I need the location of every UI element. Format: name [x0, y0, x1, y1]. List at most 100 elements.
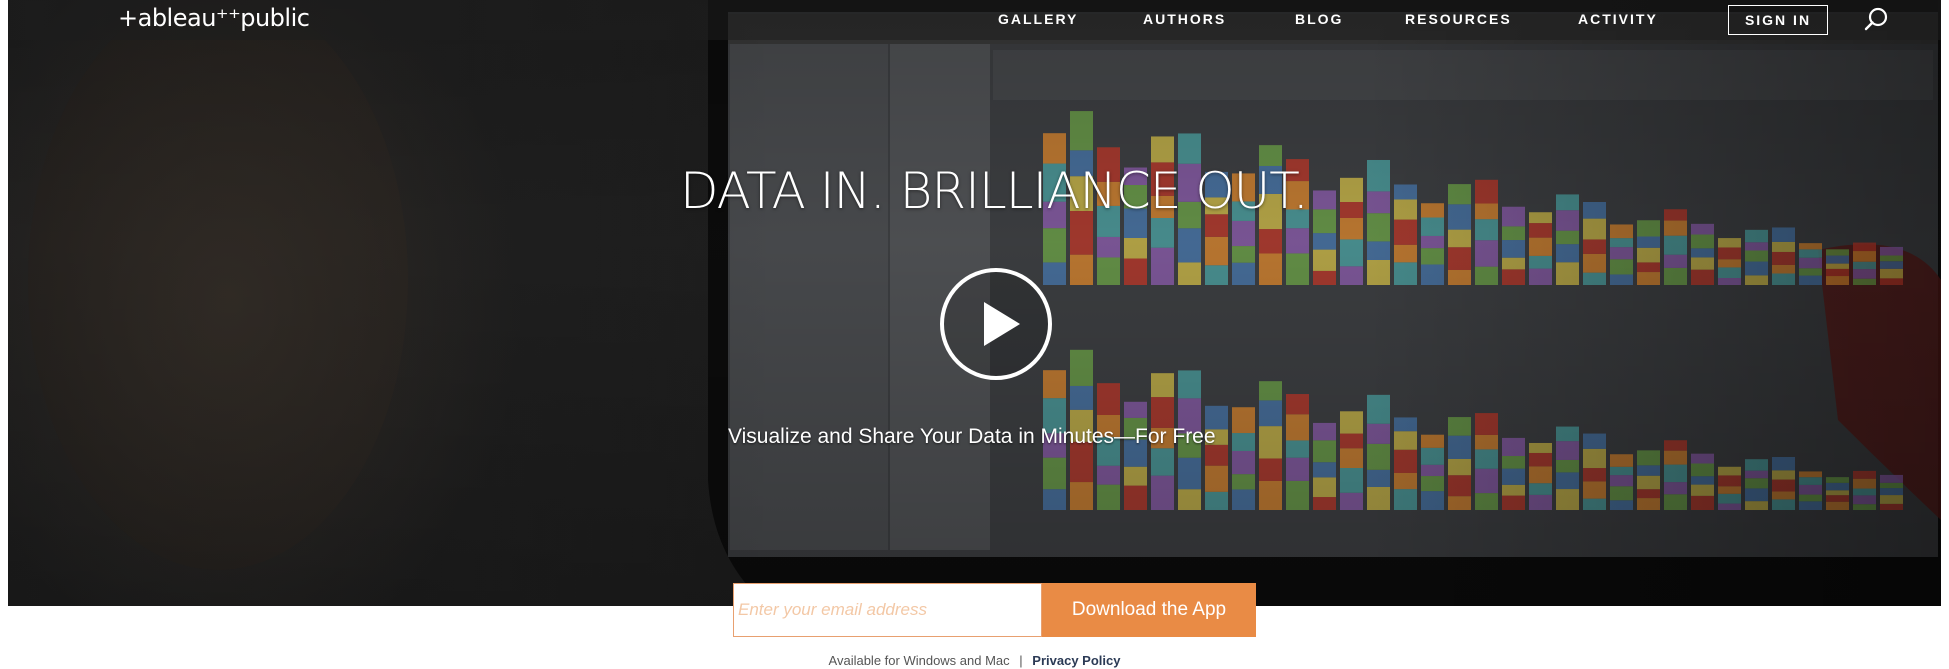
screen-bar-segment: [1070, 349, 1093, 386]
screen-bar-segment: [1259, 253, 1282, 285]
screen-bar-segment: [1151, 217, 1174, 248]
screen-bar-segment: [1826, 490, 1849, 496]
screen-bar-segment: [1502, 456, 1525, 469]
screen-bar-segment: [1448, 269, 1471, 285]
screen-bar-segment: [1043, 228, 1066, 263]
screen-bar-segment: [1043, 133, 1066, 164]
email-input[interactable]: [733, 583, 1042, 637]
screen-bar-segment: [1340, 467, 1363, 493]
screen-bar-segment: [1475, 493, 1498, 510]
tableau-public-logo[interactable]: +ableau⁺⁺public: [118, 4, 310, 32]
screen-bar-segment: [1583, 218, 1606, 240]
screen-bar-segment: [1664, 494, 1687, 510]
screen-bar-segment: [1610, 466, 1633, 476]
nav-gallery-link[interactable]: GALLERY: [998, 11, 1078, 27]
screen-bar-segment: [1043, 457, 1066, 490]
sign-in-button[interactable]: SIGN IN: [1728, 5, 1828, 35]
screen-bar-segment: [1097, 236, 1120, 258]
screen-bar-segment: [1421, 248, 1444, 265]
screen-bar-segment: [1475, 434, 1498, 450]
screen-bar-segment: [1151, 247, 1174, 285]
screen-bar-segment: [1826, 255, 1849, 264]
top-navigation-bar: +ableau⁺⁺public GALLERY AUTHORS BLOG RES…: [8, 0, 1941, 40]
screen-bar-segment: [1745, 478, 1768, 489]
screen-bar-segment: [1421, 235, 1444, 249]
separator: |: [1019, 653, 1023, 668]
screen-bar-segment: [1529, 442, 1552, 453]
screen-bar-segment: [1178, 133, 1201, 164]
screen-bar-segment: [1664, 220, 1687, 236]
screen-bar-segment: [1286, 394, 1309, 415]
screen-bar-segment: [1367, 394, 1390, 424]
screen-bar-segment: [1259, 480, 1282, 510]
screen-bar-segment: [1232, 433, 1255, 451]
screen-bar-segment: [1664, 450, 1687, 465]
screen-bar-segment: [1691, 484, 1714, 496]
screen-bar-segment: [1826, 495, 1849, 502]
screen-bar-segment: [1475, 266, 1498, 285]
screen-bar-segment: [1853, 261, 1876, 270]
screen-bar-segment: [1610, 454, 1633, 467]
screen-bar-segment: [1637, 450, 1660, 466]
nav-activity-link[interactable]: ACTIVITY: [1578, 11, 1658, 27]
screen-bar-segment: [1799, 275, 1822, 285]
screen-bar-segment: [1421, 203, 1444, 218]
screen-bar-segment: [1799, 268, 1822, 276]
screen-bar-segment: [1718, 493, 1741, 504]
screen-bar-segment: [1124, 258, 1147, 285]
privacy-policy-link[interactable]: Privacy Policy: [1032, 653, 1120, 668]
screen-bar-segment: [1880, 488, 1903, 496]
screen-bar-segment: [1367, 241, 1390, 260]
screen-bar-segment: [1475, 219, 1498, 241]
screen-bar-segment: [1745, 242, 1768, 251]
screen-bar-segment: [1853, 269, 1876, 279]
screen-bar-segment: [1691, 476, 1714, 485]
screen-bar-segment: [1880, 474, 1903, 483]
screen-bar-segment: [1394, 489, 1417, 510]
screen-bar-segment: [1313, 462, 1336, 478]
screen-bar-segment: [1718, 238, 1741, 248]
screen-bar-segment: [1664, 482, 1687, 495]
screen-bar-segment: [1772, 241, 1795, 252]
screen-bar-segment: [1286, 253, 1309, 285]
screen-bar-segment: [1637, 247, 1660, 263]
screen-bar-segment: [1610, 274, 1633, 285]
screen-bar-segment: [1340, 239, 1363, 267]
screen-bar-segment: [1475, 468, 1498, 494]
screen-bar-segment: [1259, 229, 1282, 254]
screen-bar-segment: [1529, 466, 1552, 484]
nav-blog-link[interactable]: BLOG: [1295, 11, 1343, 27]
screen-bar-segment: [1313, 270, 1336, 285]
screen-bar-segment: [1421, 491, 1444, 510]
nav-authors-link[interactable]: AUTHORS: [1143, 11, 1226, 27]
screen-bar-segment: [1826, 276, 1849, 285]
screen-bar-segment: [1880, 268, 1903, 279]
screen-bar-segment: [1556, 489, 1579, 510]
search-button[interactable]: [1862, 5, 1892, 35]
screen-bar-segment: [1421, 217, 1444, 236]
screen-bar-segment: [1367, 423, 1390, 444]
nav-resources-link[interactable]: RESOURCES: [1405, 11, 1512, 27]
screen-bar-segment: [1178, 228, 1201, 263]
screen-bar-segment: [1394, 199, 1417, 220]
screen-bar-segment: [1421, 464, 1444, 477]
screen-bar-segment: [1691, 248, 1714, 258]
screen-bar-segment: [1637, 272, 1660, 285]
play-video-button[interactable]: [940, 268, 1052, 380]
screen-bar-segment: [1205, 265, 1228, 285]
screen-bar-segment: [1232, 407, 1255, 434]
screen-bar-segment: [1421, 476, 1444, 492]
screen-bar-segment: [1394, 431, 1417, 450]
screen-bar-segment: [1259, 426, 1282, 459]
screen-bar-segment: [1151, 397, 1174, 428]
screen-bar-segment: [1529, 255, 1552, 269]
screen-bar-segment: [1286, 228, 1309, 254]
screen-bar-segment: [1880, 246, 1903, 256]
screen-bar-segment: [1151, 136, 1174, 163]
screen-bar-segment: [1097, 484, 1120, 510]
screen-bar-segment: [1610, 247, 1633, 260]
screen-bar-segment: [1718, 466, 1741, 476]
download-app-button[interactable]: Download the App: [1042, 583, 1256, 637]
screen-bar-segment: [1718, 247, 1741, 260]
screen-bar-segment: [1556, 194, 1579, 211]
